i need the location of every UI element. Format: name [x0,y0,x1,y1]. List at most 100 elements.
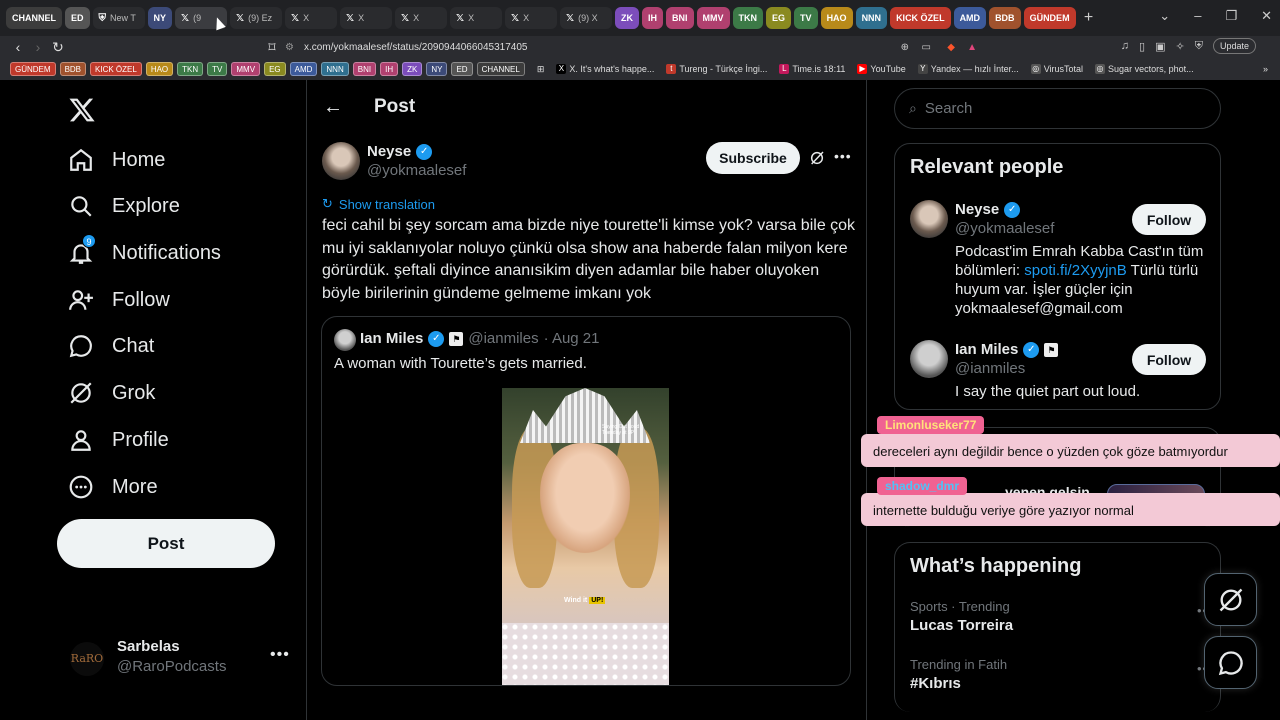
browser-tab[interactable]: IH [642,7,664,29]
sidebar-icon[interactable]: ▯ [1139,40,1145,53]
bookmark-folder[interactable]: AMD [289,62,318,76]
browser-tab[interactable]: 𝕏X [395,7,448,29]
search-box[interactable]: ⌕ Search [894,88,1221,129]
subscribe-button[interactable]: Subscribe [706,142,800,174]
nav-item-grok[interactable]: Grok [68,373,155,413]
browser-tab[interactable]: MMV [696,7,730,29]
bookmark-folder[interactable]: GÜNDEM [10,62,56,76]
bookmark-link[interactable]: ◎ VirusTotal [1030,64,1083,74]
browser-tab[interactable]: 𝕏X [505,7,558,29]
post-button[interactable]: Post [57,519,275,568]
browser-tab[interactable]: EG [766,7,792,29]
browser-tab[interactable]: ED [65,7,90,29]
post-more-icon[interactable]: ••• [834,148,852,164]
follow-button[interactable]: Follow [1132,204,1206,235]
grok-explain-icon[interactable] [809,150,825,166]
nav-item-chat[interactable]: Chat [68,326,154,366]
bookmark-folder[interactable]: ED [451,62,473,76]
bookmark-folder[interactable]: HAO [145,62,174,76]
bookmark-folder[interactable]: NY [426,62,448,76]
bookmark-link[interactable]: Y Yandex — hızlı İnter... [917,64,1019,74]
nav-item-profile[interactable]: Profile [68,420,169,460]
browser-tab[interactable]: BNI [666,7,694,29]
trend-item[interactable]: Trending in Fatih #Kıbrıs ••• [910,657,1213,692]
browser-tab[interactable]: BDB [989,7,1021,29]
media-icon[interactable]: ♫ [1121,40,1129,52]
nav-item-explore[interactable]: Explore [68,186,180,226]
bookmark-folder[interactable]: IH [380,62,399,76]
browser-tab[interactable]: 𝕏X [450,7,503,29]
account-more-icon[interactable]: ••• [270,646,290,664]
quoted-post[interactable]: Ian Miles ✓ ⚑ @ianmiles · Aug 21 A woman… [321,316,851,686]
trend-item[interactable]: Sports · Trending Lucas Torreira ••• [910,599,1213,634]
quoted-video[interactable]: Saying Out Loud Tuesday at 9P Wind it UP… [502,388,669,685]
bookmark-folder[interactable]: TKN [177,62,204,76]
browser-tab[interactable]: NY [147,7,173,29]
browser-tab[interactable]: AMD [953,7,987,29]
forward-nav-icon[interactable]: › [28,39,48,55]
tab-list-chevron-icon[interactable]: ⌄ [1159,8,1170,24]
author-name-row[interactable]: Neyse ✓ [367,143,433,160]
bookmark-folder[interactable]: MMV [231,62,261,76]
nav-item-more[interactable]: More [68,467,158,507]
bookmarks-overflow-icon[interactable]: » [1263,64,1268,74]
nav-item-home[interactable]: Home [68,140,165,180]
person-ian-miles[interactable]: Ian Miles ✓ ⚑ @ianmiles Follow I say the… [910,340,1210,400]
bookmark-page-icon[interactable]: ⌑ [262,39,282,56]
bookmark-link[interactable]: ◎ Sugar vectors, phot... [1095,64,1194,74]
browser-tab[interactable]: ZK [615,7,640,29]
site-info-icon[interactable]: ⚙ [285,42,294,53]
browser-tab[interactable]: NNN [855,7,888,29]
browser-tab[interactable]: 𝕏X [285,7,338,29]
bookmark-folder[interactable]: NNN [321,62,349,76]
minimize-icon[interactable]: – [1194,8,1201,24]
author-handle[interactable]: @yokmaalesef [367,162,466,179]
show-translation-link[interactable]: ↻ Show translation [322,196,435,212]
brave-shield-icon[interactable]: ◆ [947,42,955,53]
back-arrow-icon[interactable]: ← [323,96,343,119]
bio-link[interactable]: spoti.fi/2XyyjnB [1024,262,1127,279]
ai-icon[interactable]: ✧ [1176,40,1185,53]
browser-tab[interactable]: ⛨ New T [92,7,145,29]
brave-rewards-icon[interactable]: ▲ [967,42,977,53]
vpn-icon[interactable]: ⛨ [1195,40,1203,53]
bookmark-folder[interactable]: TV [207,62,228,76]
zoom-icon[interactable]: ⊕ [901,42,909,53]
bookmark-link[interactable]: X X. It's what's happe... [556,64,654,74]
wallet-icon[interactable]: ▣ [1155,40,1165,53]
url-field[interactable]: ⚙ x.com/yokmaalesef/status/2090944066045… [285,38,977,56]
update-button[interactable]: Update [1212,38,1256,54]
bookmark-folder[interactable]: ZK [402,62,423,76]
close-window-icon[interactable]: ✕ [1261,8,1272,24]
back-nav-icon[interactable]: ‹ [8,39,28,55]
browser-tab[interactable]: GÜNDEM [1023,7,1076,29]
follow-button[interactable]: Follow [1132,344,1206,375]
x-logo-icon[interactable] [68,96,96,124]
bookmark-folder[interactable]: EG [264,62,286,76]
bookmark-link[interactable]: t Tureng - Türkçe İngi... [666,64,767,74]
browser-tab[interactable]: KICK ÖZEL [890,7,951,29]
nav-item-follow[interactable]: Follow [68,280,170,320]
person-neyse[interactable]: Neyse ✓ @yokmaalesef Follow Podcast'im E… [910,200,1210,320]
reload-icon[interactable]: ↻ [48,39,68,56]
bookmark-link[interactable]: L Time.is 18:11 [779,64,845,74]
restore-icon[interactable]: ❐ [1225,8,1237,24]
browser-tab[interactable]: TV [794,7,818,29]
browser-tab[interactable]: CHANNEL [6,7,62,29]
messages-fab-button[interactable] [1204,636,1257,689]
browser-tab[interactable]: 𝕏X [340,7,393,29]
new-tab-icon[interactable]: + [1079,9,1099,27]
browser-tab[interactable]: 𝕏 (9) Ez [230,7,283,29]
apps-grid-icon[interactable]: ⊞ [537,64,545,75]
browser-tab[interactable]: TKN [732,7,764,29]
account-switcher[interactable]: RaRO Sarbelas @RaroPodcasts ••• [70,636,290,680]
bookmark-folder[interactable]: KICK ÖZEL [90,62,142,76]
nav-item-notifications[interactable]: 9 Notifications [68,233,221,273]
browser-tab[interactable]: 𝕏 (9) X [560,7,613,29]
browser-tab[interactable]: HAO [820,7,853,29]
bookmark-folder[interactable]: BDB [59,62,87,76]
bookmark-link[interactable]: ▶ YouTube [857,64,906,74]
bookmark-folder[interactable]: CHANNEL [476,62,525,76]
grok-fab-button[interactable] [1204,573,1257,626]
author-avatar[interactable] [322,142,360,180]
